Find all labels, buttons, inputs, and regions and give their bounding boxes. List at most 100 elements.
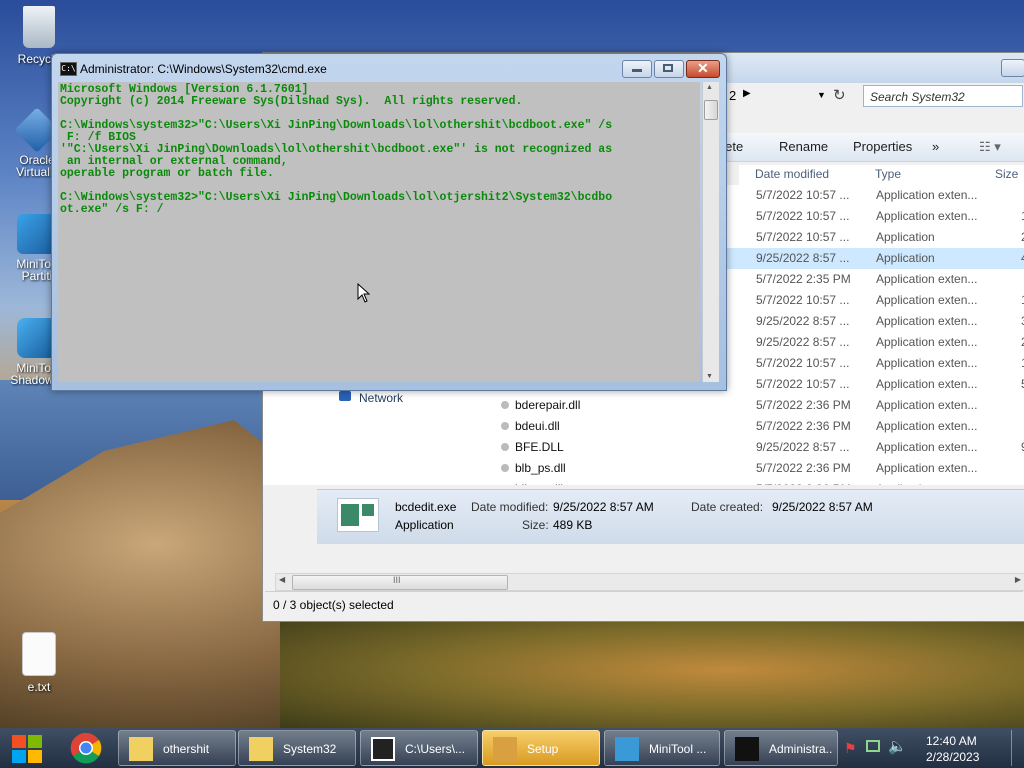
file-date-modified: 5/7/2022 2:35 PM (756, 272, 851, 286)
column-size[interactable]: Size (995, 167, 1018, 181)
taskbar-button-label: othershit (163, 742, 210, 756)
file-name: bdeui.dll (515, 419, 560, 433)
close-icon: ✕ (697, 60, 709, 76)
scrollbar-thumb[interactable] (704, 100, 718, 120)
file-date-modified: 9/25/2022 8:57 ... (756, 440, 850, 454)
status-text: 0 / 3 object(s) selected (273, 598, 394, 612)
file-type: Application exten... (876, 461, 978, 475)
action-center-flag-icon[interactable]: ⚑ (844, 740, 857, 757)
dll-file-icon (501, 443, 509, 451)
scroll-down-icon[interactable]: ▼ (706, 373, 713, 380)
file-name: BFE.DLL (515, 440, 564, 454)
taskbar-button-cmd[interactable]: Administra... (724, 730, 838, 766)
cmd-window: C:\ Administrator: C:\Windows\System32\c… (51, 53, 727, 391)
file-date-modified: 9/25/2022 8:57 ... (756, 314, 850, 328)
maximize-button[interactable] (654, 60, 684, 78)
column-type[interactable]: Type (875, 167, 901, 181)
minimize-button[interactable] (622, 60, 652, 78)
address-segment[interactable]: 2 (729, 88, 736, 103)
cmd-icon (735, 737, 759, 761)
dll-file-icon (501, 422, 509, 430)
7zip-icon (371, 737, 395, 761)
clock-date[interactable]: 2/28/2023 (926, 750, 979, 764)
cmd-title: Administrator: C:\Windows\System32\cmd.e… (80, 62, 327, 76)
console-output[interactable]: Microsoft Windows [Version 6.1.7601] Copy… (58, 82, 700, 382)
chevron-right-icon[interactable]: ▶ (743, 88, 751, 99)
file-name: bderepair.dll (515, 398, 581, 412)
scroll-right-icon[interactable]: ▶ (1015, 575, 1021, 584)
file-type: Application exten... (876, 440, 978, 454)
file-type: Application (876, 230, 935, 244)
taskbar-button-7zip[interactable]: C:\Users\... (360, 730, 478, 766)
taskbar-button-label: System32 (283, 742, 337, 756)
show-desktop-button[interactable] (1011, 730, 1024, 766)
file-row[interactable]: blbres.dll 5/7/2022 2:36 PM Application ex… (477, 479, 1024, 485)
scroll-left-icon[interactable]: ◀ (279, 575, 285, 584)
dll-file-icon (501, 464, 509, 472)
taskbar-button-label: Setup (527, 742, 559, 756)
file-row[interactable]: bdeui.dll 5/7/2022 2:36 PM Application ext… (477, 416, 1024, 437)
desktop-wallpaper-grass (280, 610, 1024, 730)
console-line: Copyright (c) 2014 Freeware Sys(Dilshad … (60, 95, 523, 108)
file-date-modified: 5/7/2022 2:36 PM (756, 461, 851, 475)
search-input[interactable]: Search System32 (863, 85, 1023, 107)
column-date-modified[interactable]: Date modified (755, 167, 829, 181)
file-date-modified: 5/7/2022 2:36 PM (756, 398, 851, 412)
view-options-icon[interactable]: ☷ ▾ (979, 139, 1001, 155)
taskbar-button-system32[interactable]: System32 (238, 730, 356, 766)
vertical-scrollbar[interactable]: ▲ ▼ (702, 82, 719, 382)
file-date-modified: 5/7/2022 10:57 ... (756, 230, 850, 244)
recycle-bin-icon (23, 6, 55, 48)
file-row[interactable]: bderepair.dll 5/7/2022 2:36 PM Application… (477, 395, 1024, 416)
minimize-button[interactable] (1001, 59, 1024, 77)
details-date-modified: 9/25/2022 8:57 AM (553, 500, 654, 514)
taskbar-button-setup[interactable]: Setup (482, 730, 600, 766)
mouse-pointer-icon (357, 283, 371, 303)
taskbar-button-label: MiniTool ... (649, 742, 707, 756)
properties-button[interactable]: Properties (853, 139, 912, 154)
nav-item-network[interactable]: Network (359, 391, 403, 405)
details-filename: bcdedit.exe (395, 500, 457, 514)
clock-time[interactable]: 12:40 AM (926, 734, 977, 748)
windows-logo-icon (12, 735, 42, 763)
scroll-up-icon[interactable]: ▲ (706, 84, 713, 91)
taskbar: othershit System32 C:\Users\... Setup MiniTo… (0, 728, 1024, 768)
scrollbar-thumb[interactable]: III (292, 575, 508, 590)
file-row[interactable]: BFE.DLL 9/25/2022 8:57 ... Application ext… (477, 437, 1024, 458)
close-button[interactable]: ✕ (686, 60, 720, 78)
file-row[interactable]: blb_ps.dll 5/7/2022 2:36 PM Application ex… (477, 458, 1024, 479)
application-icon (337, 498, 379, 532)
taskbar-button-othershit[interactable]: othershit (118, 730, 236, 766)
dropdown-arrow-icon[interactable]: ▼ (817, 90, 826, 100)
volume-icon[interactable]: 🔈 (888, 737, 907, 755)
network-status-icon[interactable] (866, 740, 880, 752)
details-size-label: Size: (522, 518, 549, 532)
refresh-icon[interactable]: ↻ (833, 86, 846, 104)
horizontal-scrollbar[interactable]: ◀ III ▶ (275, 573, 1024, 591)
folder-icon (129, 737, 153, 761)
rename-button[interactable]: Rename (779, 139, 828, 154)
explorer-address-bar[interactable]: 2 ▶ ▼ ↻ (719, 85, 846, 107)
details-pane: bcdedit.exe Date modified: 9/25/2022 8:5… (317, 489, 1024, 544)
file-list-header: Date modified Type Size (739, 165, 1024, 186)
details-date-modified-label: Date modified: (471, 500, 549, 514)
file-name: blbres.dll (515, 482, 563, 485)
setup-icon (493, 737, 517, 761)
file-name: blb_ps.dll (515, 461, 566, 475)
dll-file-icon (501, 401, 509, 409)
console-line: C:\Windows\system32>"C:\Users\Xi JinPing… (60, 119, 613, 132)
taskbar-button-minitool[interactable]: MiniTool ... (604, 730, 720, 766)
details-type: Application (395, 518, 454, 532)
start-button[interactable] (2, 730, 50, 766)
chrome-pin[interactable] (60, 730, 112, 766)
desktop-icon-etxt[interactable]: e.txt (2, 632, 76, 694)
status-bar: 0 / 3 object(s) selected (265, 591, 1023, 618)
text-file-icon (22, 632, 56, 676)
desktop-icon-label: e.txt (27, 680, 51, 694)
file-type: Application exten... (876, 398, 978, 412)
system-tray: ⚑ 🔈 12:40 AM 2/28/2023 (840, 730, 1016, 766)
more-options-button[interactable]: » (932, 139, 939, 154)
file-date-modified: 5/7/2022 2:36 PM (756, 419, 851, 433)
file-type: Application exten... (876, 482, 994, 485)
file-type: Application exten... (876, 272, 978, 286)
